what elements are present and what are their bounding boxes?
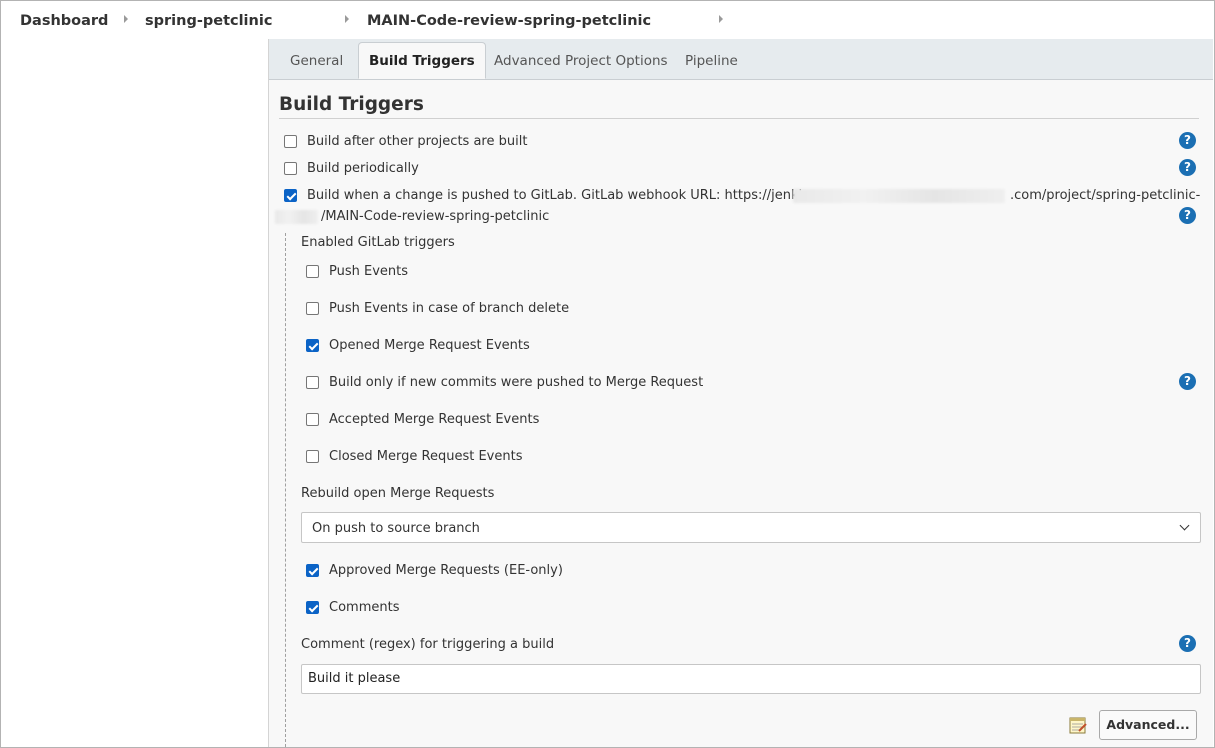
build-only-new-commits-checkbox[interactable] xyxy=(306,376,319,389)
push-events-label: Push Events xyxy=(329,264,409,279)
chevron-down-icon xyxy=(1179,520,1190,531)
build-periodically-checkbox[interactable] xyxy=(284,162,297,175)
approved-merge-requests-label: Approved Merge Requests (EE-only) xyxy=(329,563,563,578)
rebuild-open-merge-requests-label: Rebuild open Merge Requests xyxy=(301,486,495,501)
breadcrumb-separator-icon xyxy=(345,15,349,23)
push-events-branch-delete-label: Push Events in case of branch delete xyxy=(329,301,570,316)
advanced-button[interactable]: Advanced... xyxy=(1099,710,1197,740)
build-on-gitlab-push-checkbox[interactable] xyxy=(284,189,297,202)
notepad-icon[interactable] xyxy=(1068,715,1088,735)
gitlab-webhook-url-part: /MAIN-Code-review-spring-petclinic xyxy=(321,209,550,224)
build-only-new-commits-label: Build only if new commits were pushed to… xyxy=(329,375,704,390)
comments-checkbox[interactable] xyxy=(306,601,319,614)
push-events-branch-delete-checkbox[interactable] xyxy=(306,302,319,315)
help-icon[interactable]: ? xyxy=(1179,207,1196,224)
redacted-hostname xyxy=(793,189,1005,203)
rebuild-select-value: On push to source branch xyxy=(312,521,480,536)
help-icon[interactable]: ? xyxy=(1179,159,1196,176)
nested-section-indicator xyxy=(285,233,286,747)
closed-merge-request-events-checkbox[interactable] xyxy=(306,450,319,463)
tab-build-triggers[interactable]: Build Triggers xyxy=(358,42,486,79)
breadcrumb-spring-petclinic[interactable]: spring-petclinic xyxy=(145,13,272,29)
section-divider xyxy=(279,118,1199,119)
rebuild-open-merge-requests-select[interactable]: On push to source branch xyxy=(301,512,1201,543)
main-content: General Build Triggers Advanced Project … xyxy=(269,39,1213,747)
opened-merge-request-events-checkbox[interactable] xyxy=(306,339,319,352)
opened-merge-request-events-label: Opened Merge Request Events xyxy=(329,338,530,353)
section-title: Build Triggers xyxy=(279,94,424,115)
approved-merge-requests-checkbox[interactable] xyxy=(306,564,319,577)
breadcrumb-separator-icon xyxy=(719,15,723,23)
enabled-gitlab-triggers-heading: Enabled GitLab triggers xyxy=(301,235,455,250)
comments-label: Comments xyxy=(329,600,400,615)
comment-regex-label: Comment (regex) for triggering a build xyxy=(301,637,555,652)
help-icon[interactable]: ? xyxy=(1179,132,1196,149)
gitlab-trigger-label: Build when a change is pushed to GitLab.… xyxy=(307,188,822,203)
build-periodically-label: Build periodically xyxy=(307,161,419,176)
tab-pipeline[interactable]: Pipeline xyxy=(685,53,738,69)
help-icon[interactable]: ? xyxy=(1179,373,1196,390)
accepted-merge-request-events-checkbox[interactable] xyxy=(306,413,319,426)
comment-regex-input[interactable]: Build it please xyxy=(301,664,1201,694)
accepted-merge-request-events-label: Accepted Merge Request Events xyxy=(329,412,540,427)
breadcrumb-separator-icon xyxy=(124,15,128,23)
push-events-checkbox[interactable] xyxy=(306,265,319,278)
tab-advanced-project-options[interactable]: Advanced Project Options xyxy=(494,53,668,69)
tab-general[interactable]: General xyxy=(290,53,343,69)
tab-bar: General Build Triggers Advanced Project … xyxy=(269,39,1213,80)
breadcrumb-dashboard[interactable]: Dashboard xyxy=(20,13,108,29)
breadcrumb-job[interactable]: MAIN-Code-review-spring-petclinic xyxy=(367,13,651,29)
redacted-project-suffix xyxy=(275,210,318,224)
closed-merge-request-events-label: Closed Merge Request Events xyxy=(329,449,523,464)
build-after-other-projects-label: Build after other projects are built xyxy=(307,134,528,149)
help-icon[interactable]: ? xyxy=(1179,635,1196,652)
build-after-other-projects-checkbox[interactable] xyxy=(284,135,297,148)
sidebar xyxy=(1,39,269,747)
breadcrumb: Dashboard spring-petclinic MAIN-Code-rev… xyxy=(1,1,1213,39)
gitlab-webhook-url-part: .com/project/spring-petclinic- xyxy=(1010,188,1201,203)
